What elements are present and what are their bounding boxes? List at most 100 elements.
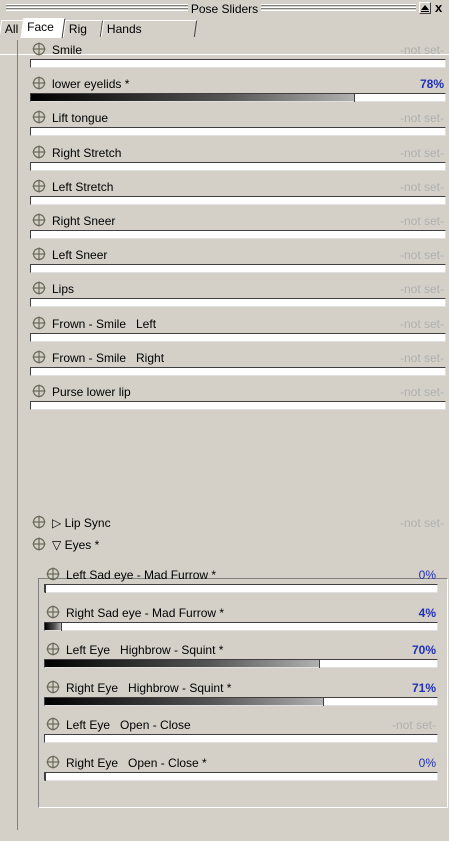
panel-edge bbox=[17, 40, 18, 830]
slider-track[interactable] bbox=[30, 59, 446, 68]
slider-row: Right Stretch -not set- bbox=[30, 143, 446, 175]
close-icon[interactable]: x bbox=[435, 0, 442, 15]
tab-rig[interactable]: Rig bbox=[62, 20, 104, 37]
slider-value: 78% bbox=[419, 77, 444, 92]
slider-track[interactable] bbox=[30, 332, 446, 342]
slider-track[interactable] bbox=[44, 734, 438, 743]
slider-value: 71% bbox=[411, 680, 436, 695]
target-icon[interactable] bbox=[46, 642, 60, 656]
slider-track[interactable] bbox=[30, 401, 446, 410]
slider-row: Right Eye Highbrow - Squint * 71% bbox=[44, 678, 438, 710]
slider-value: -not set- bbox=[399, 179, 444, 194]
target-icon[interactable] bbox=[46, 680, 60, 694]
slider-handle[interactable] bbox=[319, 659, 320, 668]
title-grip bbox=[6, 4, 416, 11]
slider-handle[interactable] bbox=[45, 771, 46, 781]
slider-value: -not set- bbox=[399, 516, 444, 530]
target-icon[interactable] bbox=[32, 76, 46, 90]
slider-label: lower eyelids * bbox=[52, 77, 130, 92]
target-icon[interactable] bbox=[32, 145, 46, 159]
slider-track[interactable] bbox=[30, 161, 446, 171]
target-icon[interactable] bbox=[32, 213, 46, 227]
slider-label: Frown - Smile Right bbox=[52, 350, 165, 365]
slider-fill bbox=[31, 94, 354, 102]
slider-value: -not set- bbox=[399, 145, 444, 160]
slider-label: Left Sad eye - Mad Furrow * bbox=[66, 568, 217, 582]
minimize-button[interactable] bbox=[419, 2, 431, 14]
slider-track[interactable] bbox=[44, 696, 438, 706]
target-icon[interactable] bbox=[32, 110, 46, 124]
target-icon[interactable] bbox=[32, 515, 46, 529]
target-icon[interactable] bbox=[32, 384, 46, 398]
slider-track[interactable] bbox=[30, 195, 446, 205]
slider-track[interactable] bbox=[44, 659, 438, 668]
slider-row: Left Stretch -not set- bbox=[30, 177, 446, 209]
slider-row: Left Sneer -not set- bbox=[30, 245, 446, 277]
slider-value: -not set- bbox=[399, 43, 444, 57]
tab-bar: All Face Rig Hands bbox=[0, 18, 449, 55]
slider-label: Right Stretch bbox=[52, 145, 122, 160]
slider-track[interactable] bbox=[30, 298, 446, 308]
slider-row: Left Eye Highbrow - Squint * 70% bbox=[44, 640, 438, 672]
slider-fill bbox=[45, 660, 319, 667]
slider-handle[interactable] bbox=[45, 584, 46, 593]
slider-track[interactable] bbox=[44, 771, 438, 781]
slider-label: Right Sneer bbox=[52, 214, 116, 228]
slider-row: Right Sneer -not set- bbox=[30, 211, 446, 243]
target-icon[interactable] bbox=[32, 537, 46, 551]
slider-label: ▷ Lip Sync bbox=[52, 516, 111, 530]
target-icon[interactable] bbox=[32, 316, 46, 330]
target-icon[interactable] bbox=[32, 247, 46, 261]
slider-handle[interactable] bbox=[61, 621, 62, 631]
slider-track[interactable] bbox=[30, 93, 446, 103]
slider-label: Frown - Smile Left bbox=[52, 316, 157, 331]
slider-track[interactable] bbox=[30, 366, 446, 376]
slider-track[interactable] bbox=[44, 584, 438, 593]
slider-label: Smile bbox=[52, 43, 83, 57]
target-icon[interactable] bbox=[32, 179, 46, 193]
slider-fill bbox=[45, 622, 61, 630]
slider-label: Right Eye Highbrow - Squint * bbox=[66, 680, 232, 695]
slider-row: lower eyelids * 78% bbox=[30, 74, 446, 106]
slider-label: Left Eye Open - Close bbox=[66, 718, 191, 732]
slider-value: 70% bbox=[411, 643, 436, 657]
target-icon[interactable] bbox=[46, 605, 60, 619]
slider-value: 0% bbox=[418, 755, 436, 770]
target-icon[interactable] bbox=[46, 567, 60, 581]
slider-value: -not set- bbox=[399, 282, 444, 297]
slider-row: Purse lower lip -not set- bbox=[30, 382, 446, 414]
slider-value: -not set- bbox=[399, 248, 444, 263]
slider-track[interactable] bbox=[44, 621, 438, 631]
target-icon[interactable] bbox=[46, 717, 60, 731]
target-icon[interactable] bbox=[46, 755, 60, 769]
slider-handle[interactable] bbox=[354, 93, 355, 103]
target-icon[interactable] bbox=[32, 350, 46, 364]
slider-value: 0% bbox=[418, 568, 436, 582]
target-icon[interactable] bbox=[32, 42, 46, 56]
slider-track[interactable] bbox=[30, 264, 446, 274]
slider-label: Lift tongue bbox=[52, 111, 109, 126]
slider-value: -not set- bbox=[399, 111, 444, 126]
slider-row: Smile -not set- bbox=[30, 40, 446, 72]
slider-label: Right Sad eye - Mad Furrow * bbox=[66, 605, 225, 620]
slider-row: Lift tongue -not set- bbox=[30, 108, 446, 140]
slider-row: Right Eye Open - Close * 0% bbox=[44, 753, 438, 785]
slider-label: Left Sneer bbox=[52, 248, 108, 263]
slider-track[interactable] bbox=[30, 230, 446, 239]
slider-label: Left Eye Highbrow - Squint * bbox=[66, 643, 224, 657]
slider-label: ▽ Eyes * bbox=[52, 538, 100, 552]
slider-value: -not set- bbox=[399, 214, 444, 228]
slider-row: Lips -not set- bbox=[30, 279, 446, 311]
slider-row: Frown - Smile Right -not set- bbox=[30, 348, 446, 380]
window-titlebar[interactable]: Pose Sliders x bbox=[0, 0, 449, 18]
slider-track[interactable] bbox=[30, 127, 446, 137]
slider-label: Left Stretch bbox=[52, 179, 114, 194]
slider-label: Purse lower lip bbox=[52, 385, 131, 399]
slider-value: 4% bbox=[418, 605, 436, 620]
slider-handle[interactable] bbox=[323, 696, 324, 706]
slider-value: -not set- bbox=[399, 316, 444, 331]
slider-row: Right Sad eye - Mad Furrow * 4% bbox=[44, 603, 438, 635]
tab-face[interactable]: Face bbox=[20, 18, 66, 38]
tab-hands[interactable]: Hands bbox=[100, 20, 198, 37]
target-icon[interactable] bbox=[32, 281, 46, 295]
